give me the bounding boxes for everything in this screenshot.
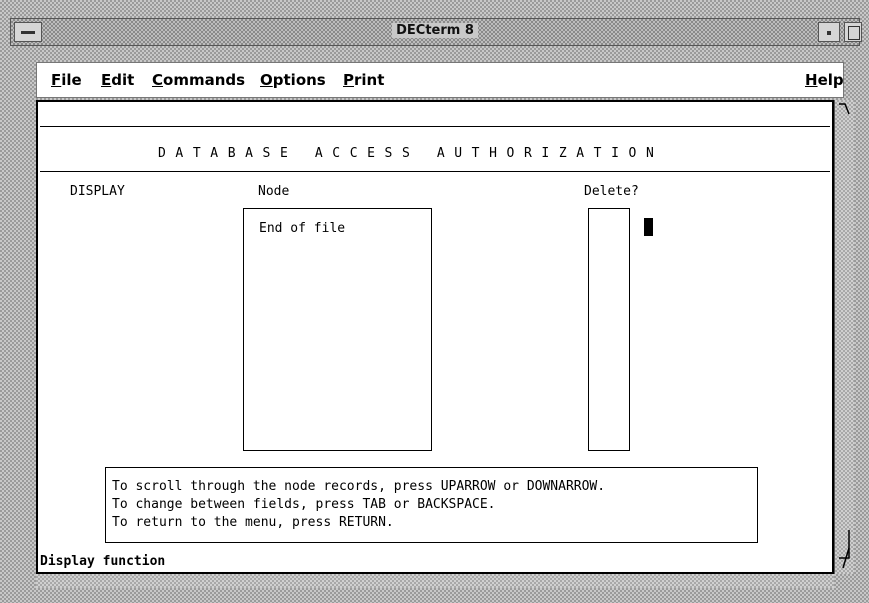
status-line: Display function [40, 554, 166, 569]
menu-file[interactable]: File [51, 71, 82, 89]
top-divider [40, 126, 830, 127]
menu-file-rest: ile [61, 71, 82, 89]
mode-label: DISPLAY [70, 184, 125, 199]
menu-edit[interactable]: Edit [101, 71, 134, 89]
menu-options[interactable]: Options [260, 71, 326, 89]
window-menu-icon [21, 31, 35, 34]
screen-heading: DATABASE ACCESS AUTHORIZATION [158, 146, 664, 161]
menu-commands-rest: ommands [163, 71, 246, 89]
node-column-header: Node [258, 184, 290, 199]
menu-options-mnemonic: O [260, 71, 273, 89]
node-list-item[interactable]: End of file [259, 221, 345, 236]
menu-file-mnemonic: F [51, 71, 62, 89]
menu-options-rest: ptions [272, 71, 326, 89]
title-bar[interactable]: DECterm 8 [10, 18, 860, 46]
menu-help-rest: elp [817, 71, 844, 89]
minimize-button[interactable] [818, 22, 840, 42]
terminal-screen[interactable]: DATABASE ACCESS AUTHORIZATION DISPLAY No… [36, 100, 834, 574]
window-menu-button[interactable] [14, 22, 42, 42]
maximize-button[interactable] [844, 22, 862, 42]
minimize-icon [827, 31, 831, 35]
menu-edit-mnemonic: E [101, 71, 112, 89]
menu-commands[interactable]: Commands [152, 71, 245, 89]
instruction-line-3: To return to the menu, press RETURN. [112, 515, 394, 530]
maximize-icon [848, 26, 860, 40]
menu-commands-mnemonic: C [152, 71, 164, 89]
menu-bar: File Edit Commands Options Print Help [36, 62, 844, 98]
delete-column-header: Delete? [584, 184, 639, 199]
instruction-line-1: To scroll through the node records, pres… [112, 479, 606, 494]
heading-divider [40, 171, 830, 172]
vertical-scrollbar[interactable] [834, 100, 854, 574]
menu-print-rest: rint [354, 71, 385, 89]
node-list-field[interactable]: End of file [243, 208, 432, 451]
text-cursor [644, 218, 653, 236]
menu-print-mnemonic: P [343, 71, 354, 89]
instructions-box: To scroll through the node records, pres… [105, 467, 758, 543]
delete-list-field[interactable] [588, 208, 630, 451]
menu-print[interactable]: Print [343, 71, 384, 89]
menu-help-mnemonic: H [805, 71, 818, 89]
menu-help[interactable]: Help [805, 71, 844, 89]
window-title: DECterm 8 [392, 23, 478, 38]
menu-edit-rest: dit [111, 71, 135, 89]
instruction-line-2: To change between fields, press TAB or B… [112, 497, 496, 512]
horizontal-scrollbar[interactable] [36, 574, 834, 588]
scroll-corner-marks-icon [839, 103, 850, 569]
